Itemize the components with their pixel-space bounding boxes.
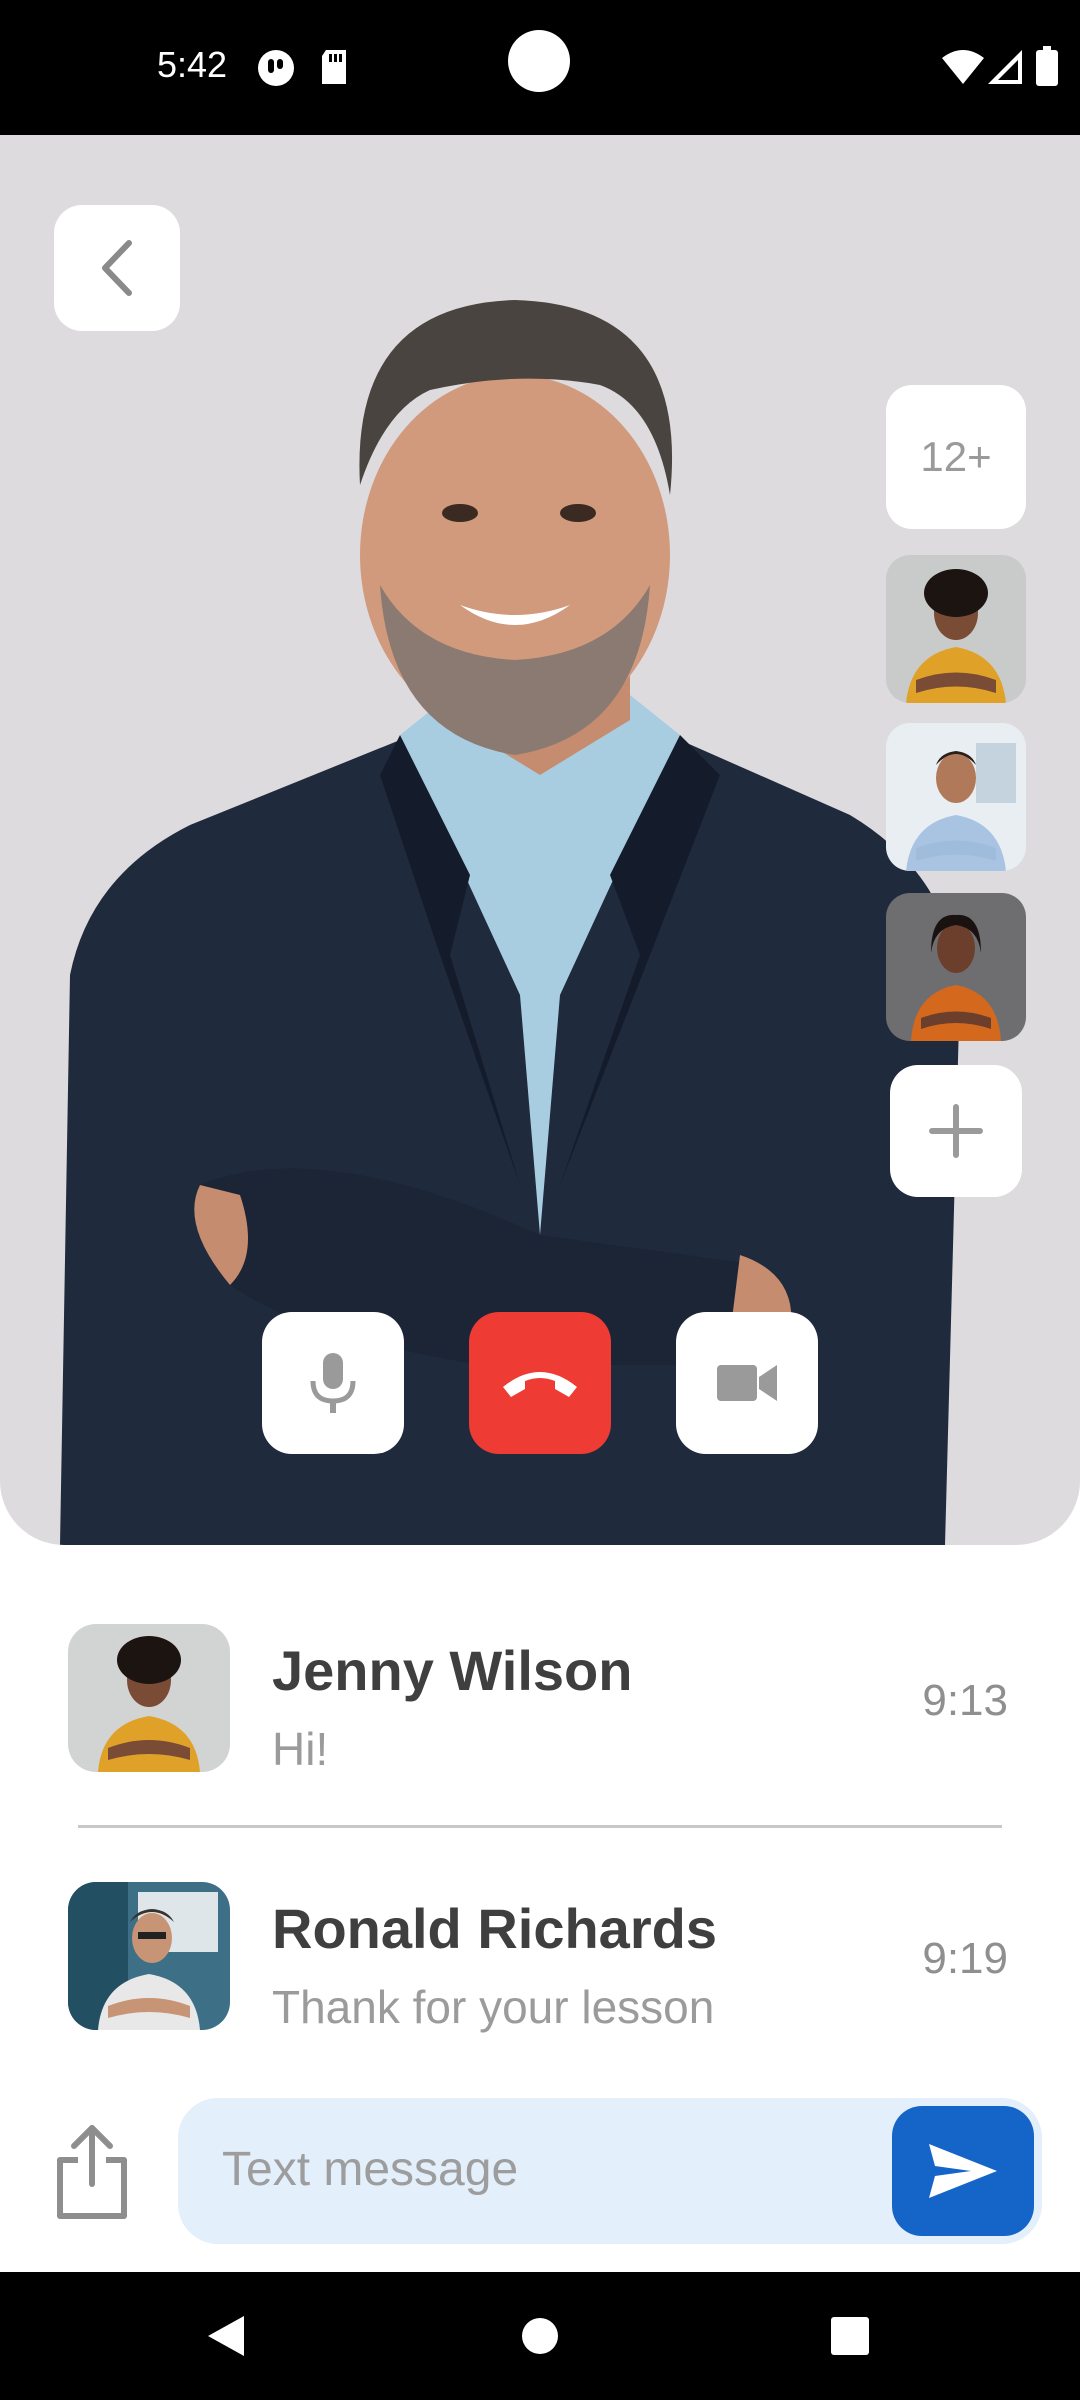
microphone-icon xyxy=(310,1353,356,1413)
chat-contact-name: Ronald Richards xyxy=(272,1897,717,1960)
chat-list-item[interactable]: Ronald Richards Thank for your lesson 9:… xyxy=(0,1882,1080,2042)
chat-contact-name: Jenny Wilson xyxy=(272,1639,633,1702)
participant-thumbnail[interactable] xyxy=(886,555,1026,703)
home-circle-icon xyxy=(522,2318,558,2354)
recents-square-icon xyxy=(831,2317,869,2355)
status-bar: 5:42 xyxy=(0,0,1080,135)
chevron-left-icon xyxy=(102,240,132,296)
more-participants-badge[interactable]: 12+ xyxy=(886,385,1026,529)
divider xyxy=(78,1825,1002,1828)
nav-back-button[interactable] xyxy=(166,2272,286,2400)
signal-icon xyxy=(988,50,1022,89)
message-composer xyxy=(178,2098,1042,2244)
chat-last-message: Hi! xyxy=(272,1723,329,1775)
send-button[interactable] xyxy=(892,2106,1034,2236)
chat-list-item[interactable]: Jenny Wilson Hi! 9:13 xyxy=(0,1624,1080,1784)
back-triangle-icon xyxy=(208,2316,244,2356)
avatar xyxy=(68,1624,230,1772)
share-button[interactable] xyxy=(54,2122,130,2222)
plus-icon xyxy=(929,1104,983,1158)
message-input[interactable] xyxy=(222,2134,862,2204)
chat-timestamp: 9:19 xyxy=(922,1934,1008,1983)
chat-timestamp: 9:13 xyxy=(922,1676,1008,1725)
send-icon xyxy=(929,2144,997,2198)
app-notification-icon xyxy=(256,48,296,93)
battery-icon xyxy=(1036,46,1058,91)
status-time: 5:42 xyxy=(157,44,228,85)
participant-thumbnail[interactable] xyxy=(886,723,1026,871)
camera-cutout xyxy=(508,30,570,92)
phone-hangup-icon xyxy=(503,1372,577,1397)
video-camera-icon xyxy=(717,1365,777,1401)
nav-recents-button[interactable] xyxy=(790,2272,910,2400)
chat-last-message: Thank for your lesson xyxy=(272,1981,715,2033)
avatar xyxy=(68,1882,230,2030)
end-call-button[interactable] xyxy=(469,1312,611,1454)
share-upload-icon xyxy=(57,2125,127,2219)
wifi-icon xyxy=(942,50,984,89)
add-participant-button[interactable] xyxy=(890,1065,1022,1197)
back-button[interactable] xyxy=(54,205,180,331)
toggle-camera-button[interactable] xyxy=(676,1312,818,1454)
system-navigation-bar xyxy=(0,2272,1080,2400)
mute-microphone-button[interactable] xyxy=(262,1312,404,1454)
participant-thumbnail[interactable] xyxy=(886,893,1026,1041)
sd-card-icon xyxy=(318,48,350,91)
nav-home-button[interactable] xyxy=(480,2272,600,2400)
video-call-area: 12+ xyxy=(0,135,1080,1545)
